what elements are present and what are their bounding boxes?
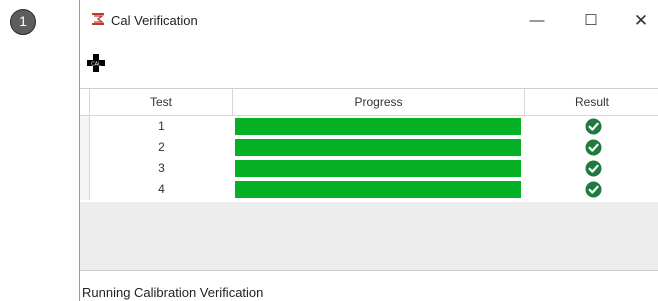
result-cell [525,158,658,179]
result-cell [525,116,658,137]
row-header[interactable] [80,116,90,137]
grid-header: Test Progress Result [80,89,658,116]
progress-cell [233,116,525,137]
progress-fill [235,139,521,156]
row-header-corner [80,89,90,115]
row-header[interactable] [80,179,90,200]
step-number-badge: 1 [10,9,36,35]
svg-text:CAL: CAL [91,62,101,68]
table-row[interactable]: 3 [80,158,658,179]
test-number: 1 [158,119,165,133]
title-bar: Cal Verification — ☐ ✕ [80,0,658,41]
pass-check-icon [585,118,602,135]
progress-bar [235,139,521,156]
status-bar: Running Calibration Verification [80,284,658,301]
row-header[interactable] [80,158,90,179]
column-header-result[interactable]: Result [525,89,658,115]
column-header-test[interactable]: Test [90,89,233,115]
test-number: 2 [158,140,165,154]
minimize-button[interactable]: — [514,6,560,36]
results-grid: Test Progress Result 1 2 3 4 [80,88,658,271]
table-row[interactable]: 4 [80,179,658,200]
table-row[interactable]: 1 [80,116,658,137]
test-number: 3 [158,161,165,175]
table-row[interactable]: 2 [80,137,658,158]
progress-bar [235,181,521,198]
column-header-progress[interactable]: Progress [233,89,525,115]
progress-cell [233,137,525,158]
progress-cell [233,179,525,200]
cal-verification-window: Cal Verification — ☐ ✕ CAL Test Progress… [79,0,658,301]
progress-bar [235,160,521,177]
progress-bar [235,118,521,135]
grid-rows: 1 2 3 4 [80,116,658,202]
result-cell [525,137,658,158]
maximize-button[interactable]: ☐ [568,6,614,36]
result-cell [525,179,658,200]
test-number: 4 [158,182,165,196]
progress-fill [235,181,521,198]
progress-cell [233,158,525,179]
window-title: Cal Verification [111,13,198,28]
progress-fill [235,118,521,135]
pass-check-icon [585,181,602,198]
status-text: Running Calibration Verification [82,285,264,300]
close-button[interactable]: ✕ [618,6,658,36]
pass-check-icon [585,160,602,177]
calibration-icon[interactable]: CAL [86,53,106,73]
pass-check-icon [585,139,602,156]
row-header[interactable] [80,137,90,158]
progress-fill [235,160,521,177]
app-icon [92,13,104,25]
